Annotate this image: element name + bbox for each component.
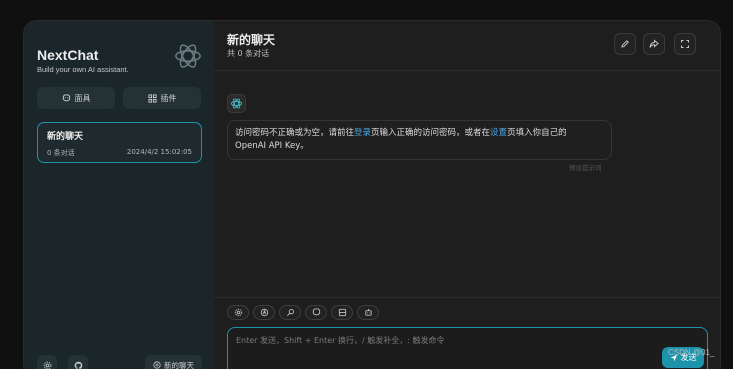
fullscreen-button[interactable] <box>674 33 696 55</box>
chat-item-title: 新的聊天 <box>47 132 84 142</box>
pencil-icon <box>621 40 629 48</box>
share-button[interactable] <box>643 33 665 55</box>
message-text: 页输入正确的访问密码，或者在 <box>371 128 491 138</box>
clear-context-chip[interactable] <box>331 305 353 320</box>
watermark: CSDN @01_ <box>668 348 715 357</box>
mask-icon <box>312 308 320 316</box>
auto-theme-icon <box>260 308 268 317</box>
new-chat-label: 新的聊天 <box>164 360 194 369</box>
settings-chip[interactable] <box>227 305 249 320</box>
app-title: NextChat <box>37 47 99 63</box>
chat-input[interactable]: Enter 发送，Shift + Enter 换行，/ 触发补全，: 触发命令 <box>227 327 708 369</box>
break-icon <box>338 308 346 317</box>
prompt-chip[interactable] <box>279 305 301 320</box>
app-window: NextChat Build your own AI assistant. 面具… <box>23 20 721 369</box>
gear-icon <box>43 361 51 369</box>
mask-icon <box>62 93 70 101</box>
mask-label: 面具 <box>74 93 91 103</box>
chat-item-time: 2024/4/2 15:02:05 <box>126 148 192 156</box>
chat-subtitle: 共 0 条对话 <box>227 49 270 58</box>
message-text: OpenAI API Key。 <box>235 141 309 151</box>
chat-title: 新的聊天 <box>227 33 276 47</box>
robot-icon <box>364 308 372 316</box>
bot-avatar <box>227 94 246 113</box>
input-divider <box>214 297 720 298</box>
new-chat-button[interactable]: 新的聊天 <box>145 355 202 369</box>
github-button[interactable] <box>68 355 88 369</box>
bot-message: 访问密码不正确或为空，请前往登录页输入正确的访问密码，或者在设置页填入你自己的 … <box>227 120 612 160</box>
message-text: 访问密码不正确或为空，请前往 <box>235 128 355 138</box>
plugin-button[interactable]: 插件 <box>123 87 201 109</box>
grid-icon <box>147 93 157 103</box>
header-divider <box>214 70 720 71</box>
plugin-label: 插件 <box>160 93 177 103</box>
settings-button[interactable] <box>37 355 57 369</box>
gear-icon <box>234 308 242 317</box>
chat-list-item[interactable]: 新的聊天 0 条对话 2024/4/2 15:02:05 <box>37 122 202 163</box>
theme-chip[interactable] <box>253 305 275 320</box>
chat-main: 新的聊天 共 0 条对话 访问密码不正确或为空，请前往登录页输入正确的访问密码，… <box>214 21 720 369</box>
mask-button[interactable]: 面具 <box>37 87 115 109</box>
message-text: 页填入你自己的 <box>507 128 567 138</box>
chatgpt-logo-icon <box>230 98 243 109</box>
add-circle-icon <box>153 361 161 369</box>
fullscreen-icon <box>681 40 689 48</box>
github-icon <box>74 361 82 369</box>
input-actions <box>227 305 379 320</box>
prompt-icon <box>286 308 294 316</box>
model-chip[interactable] <box>357 305 379 320</box>
mask-chip[interactable] <box>305 305 327 320</box>
input-placeholder: Enter 发送，Shift + Enter 换行，/ 触发补全，: 触发命令 <box>236 336 445 345</box>
chat-item-count: 0 条对话 <box>47 149 75 157</box>
edit-button[interactable] <box>614 33 636 55</box>
message-meta: 预设提示词 <box>569 164 602 172</box>
app-subtitle: Build your own AI assistant. <box>37 65 129 74</box>
sidebar: NextChat Build your own AI assistant. 面具… <box>24 21 214 369</box>
share-icon <box>649 39 659 48</box>
settings-link[interactable]: 设置 <box>490 128 507 138</box>
chatgpt-logo-icon <box>175 44 201 68</box>
login-link[interactable]: 登录 <box>354 128 371 138</box>
